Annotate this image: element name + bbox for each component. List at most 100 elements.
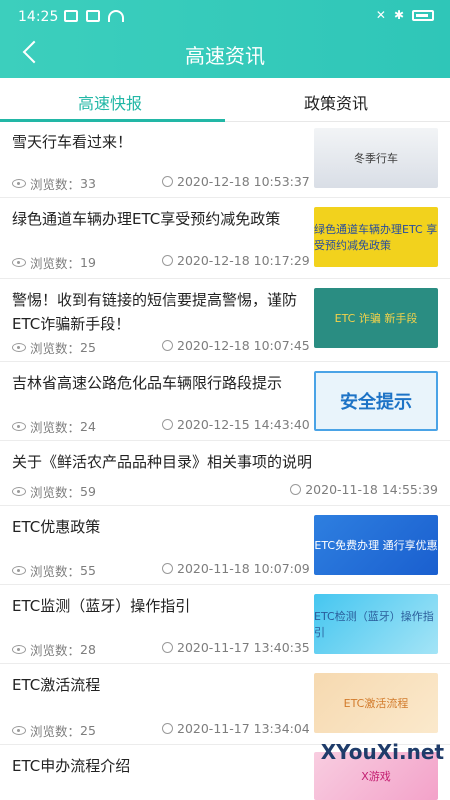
- clock-icon: [162, 642, 173, 653]
- views-label: 浏览数：: [30, 341, 81, 356]
- thumbnail-text: ETC检测（蓝牙）操作指引: [314, 610, 434, 639]
- thumbnail-text: ETC免费办理 通行享优惠: [314, 539, 438, 552]
- item-time: 2020-11-18 10:07:09: [162, 561, 310, 576]
- app-icon: [86, 10, 100, 22]
- list-item[interactable]: ETC激活流程 浏览数： 25 2020-11-17 13:34:04 ETC激…: [0, 665, 450, 745]
- list-item[interactable]: ETC监测（蓝牙）操作指引 浏览数： 28 2020-11-17 13:40:3…: [0, 586, 450, 664]
- item-thumbnail: 安全提示: [314, 371, 438, 431]
- clock-icon: [162, 419, 173, 430]
- header-bar: 14:25 ✕ ✱ 高速资讯: [0, 0, 450, 78]
- item-views: 浏览数： 25: [12, 338, 96, 357]
- views-count: 55: [80, 563, 96, 578]
- item-views: 浏览数： 55: [12, 561, 96, 580]
- clock-icon: [162, 723, 173, 734]
- tab-expressway-news[interactable]: 高速快报: [78, 90, 142, 114]
- eye-icon: [12, 343, 26, 352]
- item-thumbnail: 绿色通道车辆办理ETC 享受预约减免政策: [314, 207, 438, 267]
- thumbnail-text: X游戏: [361, 770, 391, 783]
- clock-icon: [162, 255, 173, 266]
- eye-icon: [12, 645, 26, 654]
- clock-icon: [290, 484, 302, 495]
- notification-icon: [64, 10, 78, 22]
- views-label: 浏览数：: [30, 256, 81, 271]
- item-time: 2020-12-18 10:53:37: [162, 174, 310, 189]
- eye-icon: [12, 258, 26, 267]
- item-title: ETC申办流程介绍: [12, 757, 131, 775]
- views-label: 浏览数：: [30, 485, 81, 500]
- item-time: 2020-11-17 13:40:35: [162, 640, 310, 655]
- item-time: 2020-11-17 13:34:04: [162, 721, 310, 736]
- views-count: 24: [80, 419, 96, 434]
- item-title: ETC激活流程: [12, 676, 101, 694]
- list-item[interactable]: 吉林省高速公路危化品车辆限行路段提示 浏览数： 24 2020-12-15 14…: [0, 363, 450, 441]
- item-views: 浏览数： 28: [12, 640, 96, 659]
- time-value: 2020-12-18 10:53:37: [177, 174, 310, 189]
- bluetooth-icon: ✱: [393, 8, 404, 22]
- clock-icon: [162, 340, 173, 351]
- item-title: 关于《鲜活农产品品种目录》相关事项的说明: [12, 453, 313, 471]
- item-title: ETC监测（蓝牙）操作指引: [12, 597, 191, 615]
- views-label: 浏览数：: [30, 724, 81, 739]
- item-time: 2020-12-18 10:17:29: [162, 253, 310, 268]
- thumbnail-text: 绿色通道车辆办理ETC 享受预约减免政策: [314, 223, 438, 252]
- thumbnail-text: 安全提示: [340, 392, 412, 413]
- thumbnail-text: ETC 诈骗 新手段: [334, 312, 418, 325]
- views-count: 25: [80, 340, 96, 355]
- status-left-icons: [64, 10, 124, 22]
- tab-policy-news[interactable]: 政策资讯: [304, 90, 368, 114]
- views-label: 浏览数：: [30, 177, 81, 192]
- views-label: 浏览数：: [30, 564, 81, 579]
- item-title: ETC优惠政策: [12, 518, 101, 536]
- item-thumbnail: ETC激活流程: [314, 673, 438, 733]
- time-value: 2020-12-18 10:07:45: [177, 338, 310, 353]
- item-views: 浏览数： 33: [12, 174, 96, 193]
- vibrate-icon: ✕: [375, 8, 386, 22]
- wifi-icon: [108, 10, 124, 22]
- eye-icon: [12, 487, 26, 496]
- item-title: 绿色通道车辆办理ETC享受预约减免政策: [12, 210, 281, 228]
- item-title: 雪天行车看过来！: [12, 133, 133, 151]
- list-item[interactable]: 警惕！收到有链接的短信要提高警惕，谨防ETC诈骗新手段！ 浏览数： 25 202…: [0, 280, 450, 362]
- clock-icon: [162, 176, 173, 187]
- views-label: 浏览数：: [30, 643, 81, 658]
- item-thumbnail: 冬季行车: [314, 128, 438, 188]
- views-count: 25: [80, 723, 96, 738]
- time-value: 2020-11-17 13:34:04: [177, 721, 310, 736]
- tab-bar: 高速快报 政策资讯: [0, 78, 450, 122]
- list-item[interactable]: 关于《鲜活农产品品种目录》相关事项的说明 浏览数： 59 2020-11-18 …: [0, 442, 450, 506]
- eye-icon: [12, 179, 26, 188]
- time-value: 2020-12-18 10:17:29: [177, 253, 310, 268]
- item-views: 浏览数： 59: [12, 482, 96, 501]
- watermark: XYouXi.net: [320, 740, 444, 764]
- views-count: 33: [80, 176, 96, 191]
- views-count: 59: [80, 484, 96, 499]
- time-value: 2020-11-18 14:55:39: [305, 482, 438, 497]
- views-label: 浏览数：: [30, 420, 81, 435]
- item-views: 浏览数： 25: [12, 721, 96, 740]
- item-time: 2020-11-18 14:55:39: [290, 482, 438, 497]
- list-item[interactable]: 雪天行车看过来！ 浏览数： 33 2020-12-18 10:53:37 冬季行…: [0, 122, 450, 198]
- time-value: 2020-11-17 13:40:35: [177, 640, 310, 655]
- item-views: 浏览数： 24: [12, 417, 96, 436]
- item-thumbnail: ETC免费办理 通行享优惠: [314, 515, 438, 575]
- status-bar: 14:25 ✕ ✱: [0, 0, 450, 34]
- item-title: 吉林省高速公路危化品车辆限行路段提示: [12, 374, 283, 392]
- item-time: 2020-12-18 10:07:45: [162, 338, 310, 353]
- time-value: 2020-12-15 14:43:40: [177, 417, 310, 432]
- battery-icon: [412, 9, 434, 21]
- time-value: 2020-11-18 10:07:09: [177, 561, 310, 576]
- eye-icon: [12, 566, 26, 575]
- item-thumbnail: ETC检测（蓝牙）操作指引: [314, 594, 438, 654]
- item-title: 警惕！收到有链接的短信要提高警惕，谨防ETC诈骗新手段！: [12, 291, 298, 333]
- list-item[interactable]: ETC优惠政策 浏览数： 55 2020-11-18 10:07:09 ETC免…: [0, 507, 450, 585]
- item-time: 2020-12-15 14:43:40: [162, 417, 310, 432]
- views-count: 19: [80, 255, 96, 270]
- news-list: 雪天行车看过来！ 浏览数： 33 2020-12-18 10:53:37 冬季行…: [0, 122, 450, 800]
- clock-icon: [162, 563, 173, 574]
- views-count: 28: [80, 642, 96, 657]
- list-item[interactable]: 绿色通道车辆办理ETC享受预约减免政策 浏览数： 19 2020-12-18 1…: [0, 199, 450, 279]
- status-right-icons: ✕ ✱: [376, 9, 434, 21]
- item-thumbnail: ETC 诈骗 新手段: [314, 288, 438, 348]
- thumbnail-text: 冬季行车: [354, 152, 398, 165]
- page-title: 高速资讯: [185, 44, 265, 68]
